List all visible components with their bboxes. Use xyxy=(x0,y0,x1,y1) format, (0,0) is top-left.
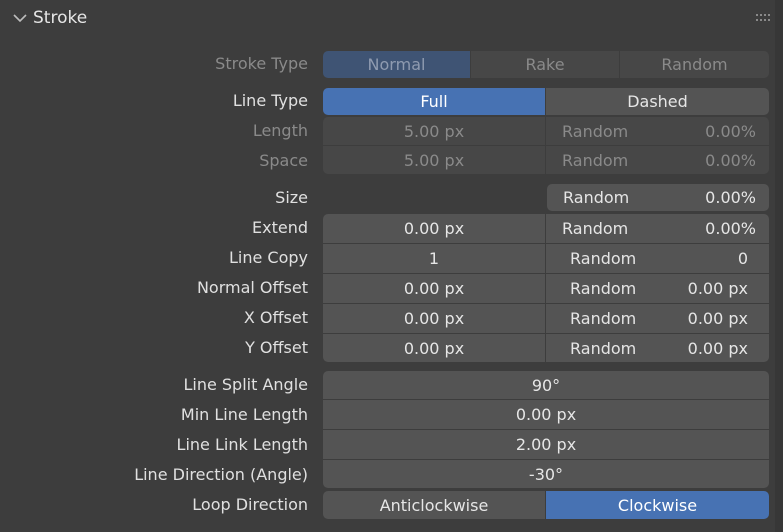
loop-direction-label: Loop Direction xyxy=(192,495,308,514)
x-offset-random-value: 0.00 px xyxy=(687,309,748,328)
y-offset-random-value: 0.00 px xyxy=(687,338,748,358)
panel-edge xyxy=(775,0,783,532)
line-copy-random-label: Random xyxy=(570,249,637,268)
line-type-label: Line Type xyxy=(232,91,308,110)
stroke-type-label: Stroke Type xyxy=(215,54,308,73)
chevron-down-icon[interactable] xyxy=(12,10,28,26)
line-split-angle-field[interactable]: 90° xyxy=(323,371,769,399)
normal-offset-label: Normal Offset xyxy=(196,278,308,297)
line-copy-random-field[interactable]: Random 0 xyxy=(546,244,769,273)
line-copy-random-value: 0 xyxy=(737,249,748,268)
space-random-value: 0.00% xyxy=(705,150,756,170)
line-direction-label: Line Direction (Angle) xyxy=(134,465,308,484)
line-link-length-field[interactable]: 2.00 px xyxy=(323,430,769,459)
length-random-value: 0.00% xyxy=(705,121,756,141)
x-offset-random-label: Random xyxy=(570,309,637,328)
line-type-dashed[interactable]: Dashed xyxy=(546,88,769,115)
length-label: Length xyxy=(252,121,308,140)
y-offset-label: Y Offset xyxy=(245,338,308,357)
line-copy-label: Line Copy xyxy=(228,248,308,267)
space-field[interactable]: 5.00 px xyxy=(323,146,545,174)
normal-offset-random-field[interactable]: Random 0.00 px xyxy=(546,274,769,303)
panel-header[interactable]: Stroke xyxy=(0,0,775,38)
length-random-label: Random xyxy=(562,121,629,141)
loop-direction-anticlockwise[interactable]: Anticlockwise xyxy=(323,491,545,519)
line-direction-field[interactable]: -30° xyxy=(323,460,769,488)
x-offset-label: X Offset xyxy=(243,308,308,327)
normal-offset-field[interactable]: 0.00 px xyxy=(323,274,545,303)
extend-label: Extend xyxy=(252,218,308,237)
line-link-length-label: Line Link Length xyxy=(176,435,308,454)
extend-random-value: 0.00% xyxy=(705,219,756,238)
size-random-field[interactable]: Random 0.00% xyxy=(547,184,769,211)
size-label: Size xyxy=(275,188,308,207)
stroke-type-rake[interactable]: Rake xyxy=(471,51,619,78)
y-offset-random-field[interactable]: Random 0.00 px xyxy=(546,334,769,362)
space-random-field[interactable]: Random 0.00% xyxy=(546,146,769,174)
extend-random-field[interactable]: Random 0.00% xyxy=(546,214,769,243)
length-field[interactable]: 5.00 px xyxy=(323,117,545,145)
size-random-value: 0.00% xyxy=(705,188,756,207)
space-random-label: Random xyxy=(562,150,629,170)
grip-dots-icon[interactable] xyxy=(756,14,770,22)
y-offset-field[interactable]: 0.00 px xyxy=(323,334,545,362)
normal-offset-random-label: Random xyxy=(570,279,637,298)
x-offset-field[interactable]: 0.00 px xyxy=(323,304,545,333)
y-offset-random-label: Random xyxy=(570,338,637,358)
x-offset-random-field[interactable]: Random 0.00 px xyxy=(546,304,769,333)
size-random-label: Random xyxy=(563,188,630,207)
space-label: Space xyxy=(259,151,308,170)
min-line-length-field[interactable]: 0.00 px xyxy=(323,400,769,429)
line-split-angle-label: Line Split Angle xyxy=(183,375,308,394)
normal-offset-random-value: 0.00 px xyxy=(687,279,748,298)
extend-random-label: Random xyxy=(562,219,629,238)
length-random-field[interactable]: Random 0.00% xyxy=(546,117,769,145)
stroke-type-random[interactable]: Random xyxy=(620,51,769,78)
stroke-type-normal[interactable]: Normal xyxy=(323,51,470,78)
extend-field[interactable]: 0.00 px xyxy=(323,214,545,243)
loop-direction-clockwise[interactable]: Clockwise xyxy=(546,491,769,519)
min-line-length-label: Min Line Length xyxy=(180,405,308,424)
line-type-full[interactable]: Full xyxy=(323,88,545,115)
line-copy-field[interactable]: 1 xyxy=(323,244,545,273)
panel-title: Stroke xyxy=(33,8,88,28)
stroke-panel: Stroke Stroke Type Normal Rake Random Li… xyxy=(0,0,783,532)
